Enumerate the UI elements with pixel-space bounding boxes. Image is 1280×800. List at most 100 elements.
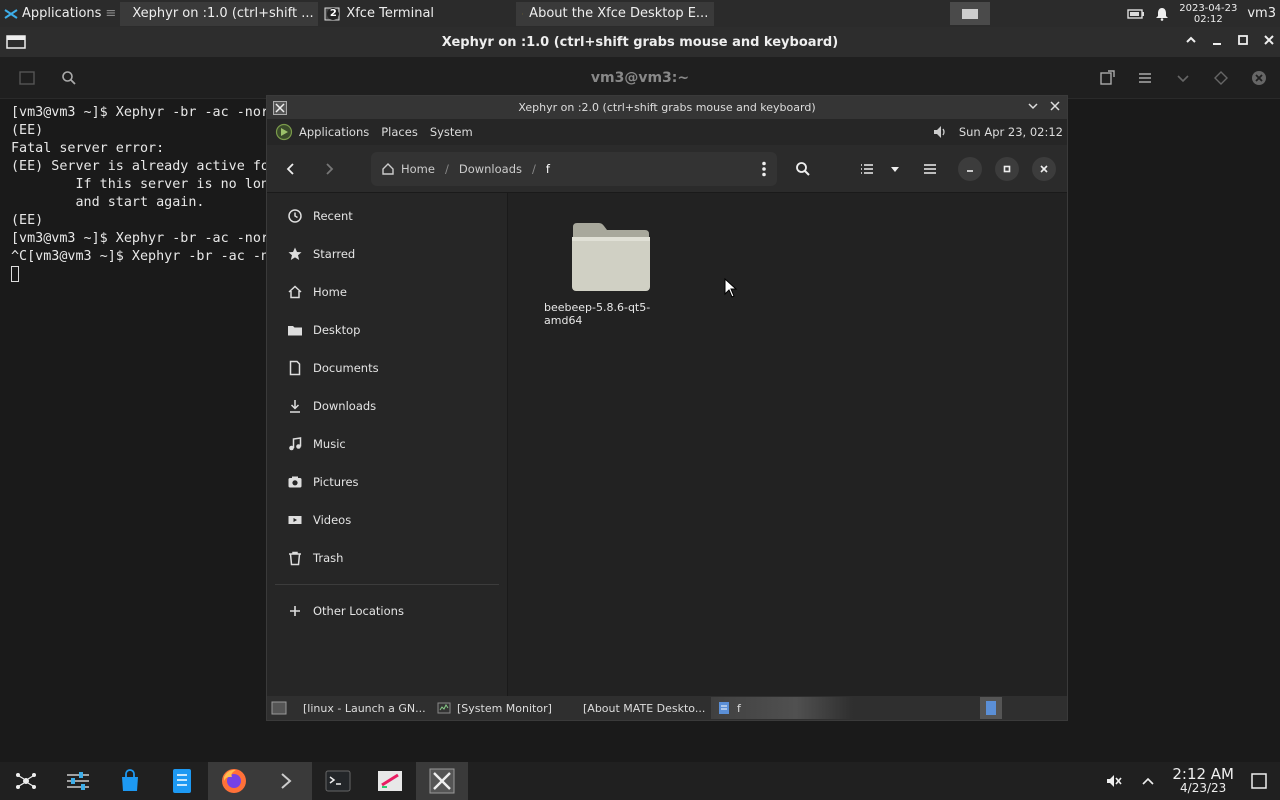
file-name: beebeep-5.8.6-qt5-amd64	[544, 301, 651, 327]
sidebar-item-desktop[interactable]: Desktop	[267, 311, 507, 349]
list-view-button[interactable]	[855, 157, 879, 181]
maximize-icon[interactable]	[1236, 33, 1250, 47]
chevron-up-icon[interactable]	[1140, 773, 1156, 789]
task-about-xfce[interactable]: About the Xfce Desktop E...	[516, 1, 715, 26]
sidebar-item-home[interactable]: Home	[267, 273, 507, 311]
dock-xephyr[interactable]	[416, 762, 468, 800]
path-label: f	[545, 162, 550, 176]
battery-icon[interactable]	[1127, 8, 1145, 20]
maximize-button[interactable]	[995, 157, 1019, 181]
detach-tab-icon[interactable]	[1098, 69, 1116, 87]
system-monitor-icon	[437, 702, 451, 714]
camera-icon	[288, 476, 302, 488]
file-manager-icon	[719, 702, 729, 714]
show-desktop-button[interactable]	[267, 701, 291, 715]
places-sidebar: Recent Starred Home Desktop Documents Do…	[267, 193, 508, 696]
dock-settings[interactable]	[52, 762, 104, 800]
dock-firefox[interactable]	[208, 762, 260, 800]
keep-above-icon[interactable]	[1184, 33, 1198, 47]
forward-button[interactable]	[317, 157, 341, 181]
close-icon[interactable]	[1262, 33, 1276, 47]
notification-bell-icon[interactable]	[1155, 7, 1169, 21]
x-logo-icon	[429, 768, 455, 794]
inner-window-title: Xephyr on :2.0 (ctrl+shift grabs mouse a…	[518, 101, 816, 114]
dock-clock[interactable]: 2:12 AM 4/23/23	[1172, 767, 1234, 796]
close-icon[interactable]	[1250, 69, 1268, 87]
chevron-down-icon[interactable]	[1174, 69, 1192, 87]
dock-kate[interactable]	[364, 762, 416, 800]
file-item-folder[interactable]: beebeep-5.8.6-qt5-amd64	[544, 221, 678, 327]
task-label: [System Monitor]	[457, 701, 552, 715]
sidebar-item-videos[interactable]: Videos	[267, 501, 507, 539]
workspace-switcher[interactable]	[950, 2, 990, 25]
path-menu-button[interactable]	[761, 161, 767, 177]
firefox-icon	[222, 769, 246, 793]
sidebar-item-music[interactable]: Music	[267, 425, 507, 463]
panel-clock[interactable]: 2023-04-23 02:12	[1179, 3, 1237, 25]
path-segment-current[interactable]: f	[536, 162, 560, 176]
mate-task-linux[interactable]: [linux - Launch a GN...	[291, 697, 431, 719]
file-view[interactable]: beebeep-5.8.6-qt5-amd64	[508, 193, 1067, 696]
applications-menu[interactable]: Applications ≡	[0, 0, 120, 27]
dock-file-manager[interactable]	[156, 762, 208, 800]
main-menu-button[interactable]	[918, 157, 942, 181]
task-xfce-terminal[interactable]: 2 Xfce Terminal	[318, 2, 516, 26]
dock-launcher-menu[interactable]	[0, 762, 52, 800]
back-button[interactable]	[279, 157, 303, 181]
sidebar-item-label: Documents	[313, 361, 379, 375]
user-menu[interactable]: vm3	[1247, 6, 1276, 21]
dock-terminal-launcher[interactable]	[260, 762, 312, 800]
minimize-button[interactable]	[958, 157, 982, 181]
path-label: Home	[401, 162, 435, 176]
new-tab-icon[interactable]	[18, 69, 36, 87]
diamond-icon[interactable]	[1212, 69, 1230, 87]
sidebar-item-label: Other Locations	[313, 604, 404, 618]
path-segment-home[interactable]: Home	[371, 162, 445, 176]
sidebar-item-recent[interactable]: Recent	[267, 197, 507, 235]
mate-task-system-monitor[interactable]: [System Monitor]	[431, 697, 571, 719]
x-logo-icon[interactable]	[273, 101, 287, 115]
outer-window-title: Xephyr on :1.0 (ctrl+shift grabs mouse a…	[441, 34, 839, 50]
mate-clock[interactable]: Sun Apr 23, 02:12	[959, 125, 1063, 139]
sidebar-item-documents[interactable]: Documents	[267, 349, 507, 387]
dock-konsole[interactable]	[312, 762, 364, 800]
close-icon[interactable]	[1049, 100, 1061, 112]
sidebar-item-other-locations[interactable]: Other Locations	[267, 592, 507, 630]
inner-window-titlebar[interactable]: Xephyr on :2.0 (ctrl+shift grabs mouse a…	[267, 96, 1067, 119]
mate-workspace-switcher[interactable]	[980, 697, 1002, 719]
sidebar-item-pictures[interactable]: Pictures	[267, 463, 507, 501]
sidebar-item-starred[interactable]: Starred	[267, 235, 507, 273]
outer-window-titlebar[interactable]: Xephyr on :1.0 (ctrl+shift grabs mouse a…	[0, 27, 1280, 57]
window-menu-icon[interactable]	[6, 35, 26, 49]
xfce-logo-icon	[4, 8, 18, 19]
volume-muted-icon[interactable]	[1104, 771, 1124, 791]
mate-menu-applications[interactable]: Applications	[293, 125, 375, 139]
show-desktop-icon[interactable]	[1250, 772, 1268, 790]
sidebar-item-downloads[interactable]: Downloads	[267, 387, 507, 425]
volume-icon[interactable]	[931, 123, 949, 141]
mate-logo-icon[interactable]	[275, 123, 293, 141]
sidebar-item-trash[interactable]: Trash	[267, 539, 507, 577]
search-button[interactable]	[791, 157, 815, 181]
applications-menu-label: Applications	[22, 6, 102, 21]
path-segment-downloads[interactable]: Downloads	[449, 162, 532, 176]
task-xephyr-1[interactable]: Xephyr on :1.0 (ctrl+shift ...	[120, 1, 319, 26]
minimize-icon[interactable]	[1210, 33, 1224, 47]
nautilus-headerbar: Home / Downloads / f	[267, 145, 1067, 193]
dock-software-store[interactable]	[104, 762, 156, 800]
mate-menu-system[interactable]: System	[424, 125, 479, 139]
mate-menu-places[interactable]: Places	[375, 125, 424, 139]
bottom-dock: 2:12 AM 4/23/23	[0, 762, 1280, 800]
search-icon[interactable]	[60, 69, 78, 87]
mate-task-files[interactable]: f	[711, 697, 853, 719]
mate-task-about-mate[interactable]: [About MATE Deskto...	[571, 697, 711, 719]
close-button[interactable]	[1032, 157, 1056, 181]
clock-icon	[288, 209, 302, 223]
chevron-down-icon[interactable]	[1027, 100, 1039, 112]
view-options-button[interactable]	[883, 157, 907, 181]
list-view-icon	[861, 164, 873, 174]
star-icon	[522, 13, 524, 14]
task-label: f	[737, 701, 741, 715]
hamburger-menu-icon[interactable]	[1136, 69, 1154, 87]
music-icon	[289, 437, 302, 451]
